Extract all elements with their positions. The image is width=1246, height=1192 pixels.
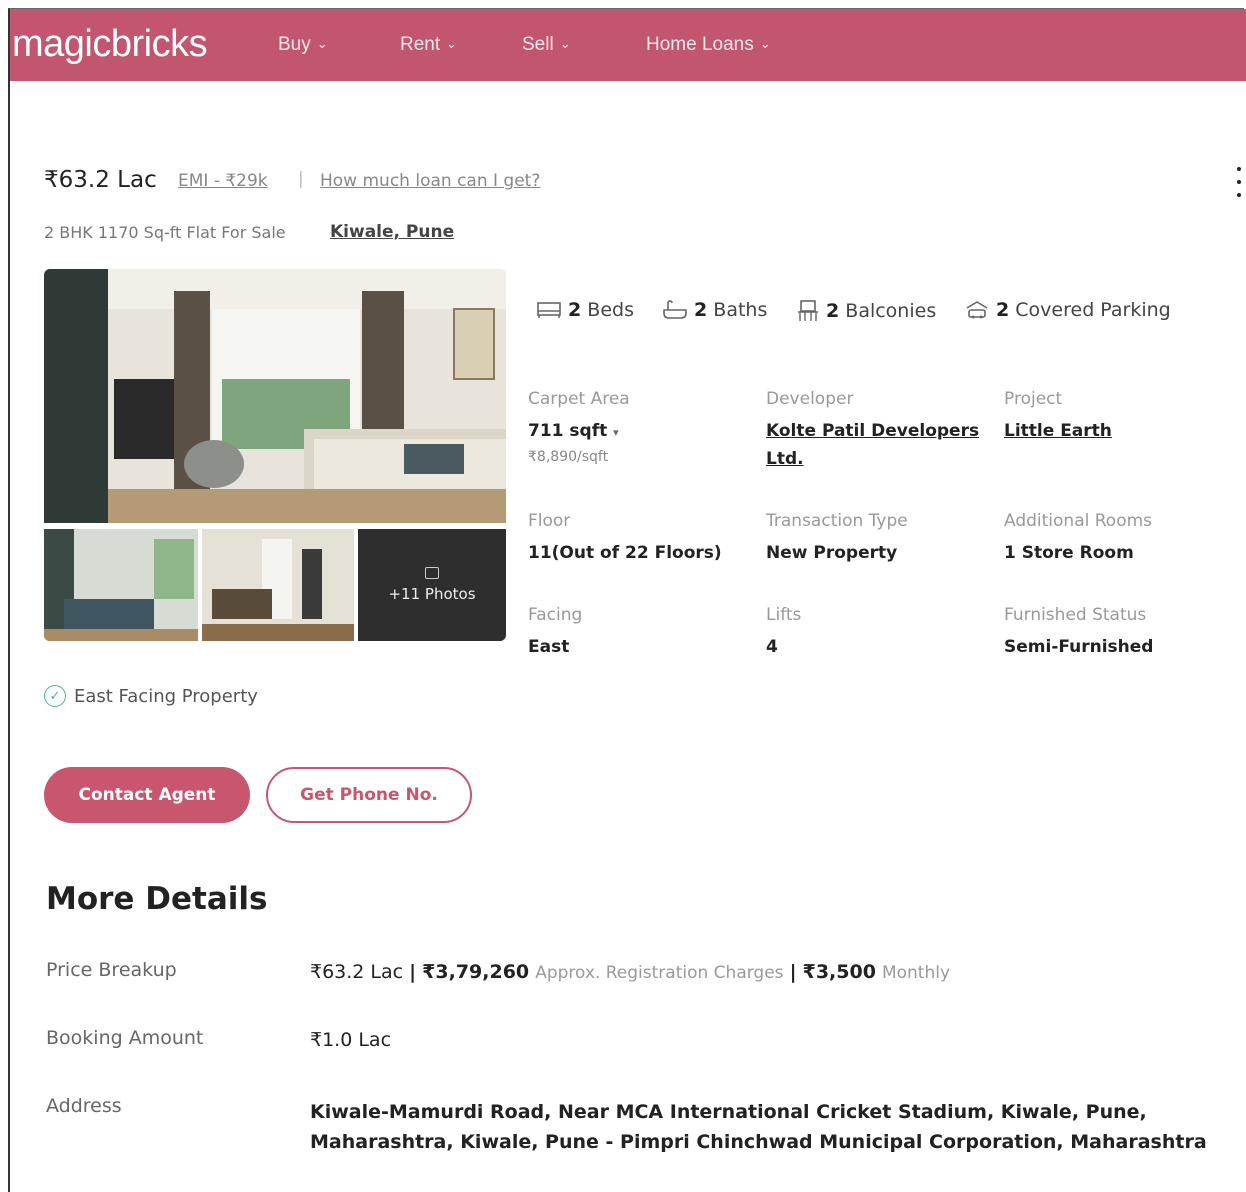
developer-label: Developer: [766, 389, 854, 409]
developer-link[interactable]: Kolte Patil Developers Ltd.: [766, 417, 979, 473]
developer-name-line1: Kolte Patil Developers: [766, 421, 980, 441]
amenity-parking: 2 Covered Parking: [964, 299, 1171, 321]
magicbricks-logo[interactable]: magicbricks: [12, 23, 208, 66]
main-property-photo[interactable]: [44, 269, 506, 523]
caret-down-icon: ▾: [613, 426, 619, 439]
developer-name-line2: Ltd.: [766, 449, 804, 469]
maintenance-amount: ₹3,500: [802, 961, 876, 983]
maintenance-text: Monthly: [881, 963, 951, 983]
separator: |: [298, 169, 304, 189]
carpet-area-text: 711 sqft: [528, 421, 608, 441]
chevron-down-icon: ⌄: [759, 36, 771, 51]
price-breakup-label: Price Breakup: [46, 959, 177, 981]
price-per-sqft: ₹8,890/sqft: [528, 449, 609, 465]
balcony-icon: [798, 300, 818, 321]
baths-label: Baths: [713, 299, 768, 321]
bed-icon: [537, 302, 561, 318]
photos-overlay: +11 Photos: [358, 529, 506, 641]
balconies-count: 2: [826, 300, 840, 322]
breakup-price: ₹63.2 Lac: [310, 961, 404, 983]
dining-room-image: [202, 529, 354, 641]
more-photos-thumbnail[interactable]: +11 Photos: [358, 529, 506, 641]
emi-link[interactable]: EMI - ₹29k: [178, 171, 268, 191]
loan-eligibility-link[interactable]: How much loan can I get?: [320, 171, 540, 191]
transaction-label: Transaction Type: [766, 511, 908, 531]
booking-amount-value: ₹1.0 Lac: [310, 1029, 392, 1051]
lifts-label: Lifts: [766, 605, 802, 625]
more-options-icon[interactable]: [1236, 167, 1242, 197]
photo-icon: [425, 567, 439, 579]
carpet-area-value[interactable]: 711 sqft ▾: [528, 421, 619, 441]
check-circle-icon: ✓: [44, 685, 66, 707]
contact-agent-button[interactable]: Contact Agent: [44, 767, 250, 823]
furnished-label: Furnished Status: [1004, 605, 1147, 625]
chevron-down-icon: ⌄: [316, 36, 328, 51]
carpet-area-label: Carpet Area: [528, 389, 630, 409]
bedroom-image: [44, 269, 506, 523]
price-breakup-value: ₹63.2 Lac | ₹3,79,260 Approx. Registrati…: [310, 961, 950, 983]
facing-label: Facing: [528, 605, 583, 625]
lifts-value: 4: [766, 637, 778, 657]
parking-count: 2: [996, 299, 1010, 321]
transaction-value: New Property: [766, 543, 898, 563]
nav-rent[interactable]: Rent ⌄: [400, 34, 457, 56]
amenity-balconies: 2 Balconies: [796, 299, 936, 323]
nav-sell[interactable]: Sell ⌄: [522, 34, 571, 56]
address-value: Kiwale-Mamurdi Road, Near MCA Internatio…: [310, 1101, 1207, 1153]
nav-buy[interactable]: Buy ⌄: [278, 34, 328, 56]
nav-home-loans-label: Home Loans: [646, 34, 754, 55]
gallery-thumbnail[interactable]: [44, 529, 198, 641]
chevron-down-icon: ⌄: [446, 36, 458, 51]
balconies-label: Balconies: [845, 300, 937, 322]
top-navbar: magicbricks Buy ⌄ Rent ⌄ Sell ⌄ Home Loa…: [10, 9, 1246, 81]
highlight-row: ✓ East Facing Property: [44, 685, 258, 707]
page-frame: magicbricks Buy ⌄ Rent ⌄ Sell ⌄ Home Loa…: [8, 8, 1246, 1192]
furnished-value: Semi-Furnished: [1004, 637, 1154, 657]
living-room-image: [44, 529, 198, 641]
bath-icon: [663, 300, 687, 319]
amenity-baths: 2 Baths: [662, 299, 767, 321]
parking-icon: [966, 301, 988, 319]
chevron-down-icon: ⌄: [559, 36, 571, 51]
gallery-thumbnail[interactable]: [202, 529, 354, 641]
baths-count: 2: [694, 299, 708, 321]
additional-rooms-label: Additional Rooms: [1004, 511, 1153, 531]
beds-count: 2: [568, 299, 582, 321]
beds-label: Beds: [587, 299, 634, 321]
photos-count: +11 Photos: [388, 585, 476, 603]
parking-label: Covered Parking: [1015, 299, 1171, 321]
get-phone-button[interactable]: Get Phone No.: [266, 767, 472, 823]
floor-value: 11(Out of 22 Floors): [528, 543, 722, 563]
nav-sell-label: Sell: [522, 34, 554, 55]
address-label: Address: [46, 1095, 122, 1117]
floor-label: Floor: [528, 511, 571, 531]
project-label: Project: [1004, 389, 1063, 409]
additional-rooms-value: 1 Store Room: [1004, 543, 1134, 563]
listing-price: ₹63.2 Lac: [44, 167, 157, 193]
booking-amount-label: Booking Amount: [46, 1027, 204, 1049]
nav-rent-label: Rent: [400, 34, 441, 55]
registration-text: Approx. Registration Charges: [535, 963, 784, 983]
breakup-sep: |: [409, 961, 417, 983]
locality-link[interactable]: Kiwale, Pune: [330, 222, 454, 242]
facing-value: East: [528, 637, 570, 657]
nav-home-loans[interactable]: Home Loans ⌄: [646, 34, 771, 56]
breakup-sep: |: [789, 961, 797, 983]
project-link[interactable]: Little Earth: [1004, 417, 1112, 445]
nav-buy-label: Buy: [278, 34, 311, 55]
listing-subtitle: 2 BHK 1170 Sq-ft Flat For Sale: [44, 223, 286, 242]
amenity-beds: 2 Beds: [536, 299, 634, 321]
highlight-text: East Facing Property: [74, 685, 258, 707]
more-details-heading: More Details: [46, 881, 268, 917]
registration-amount: ₹3,79,260: [422, 961, 530, 983]
